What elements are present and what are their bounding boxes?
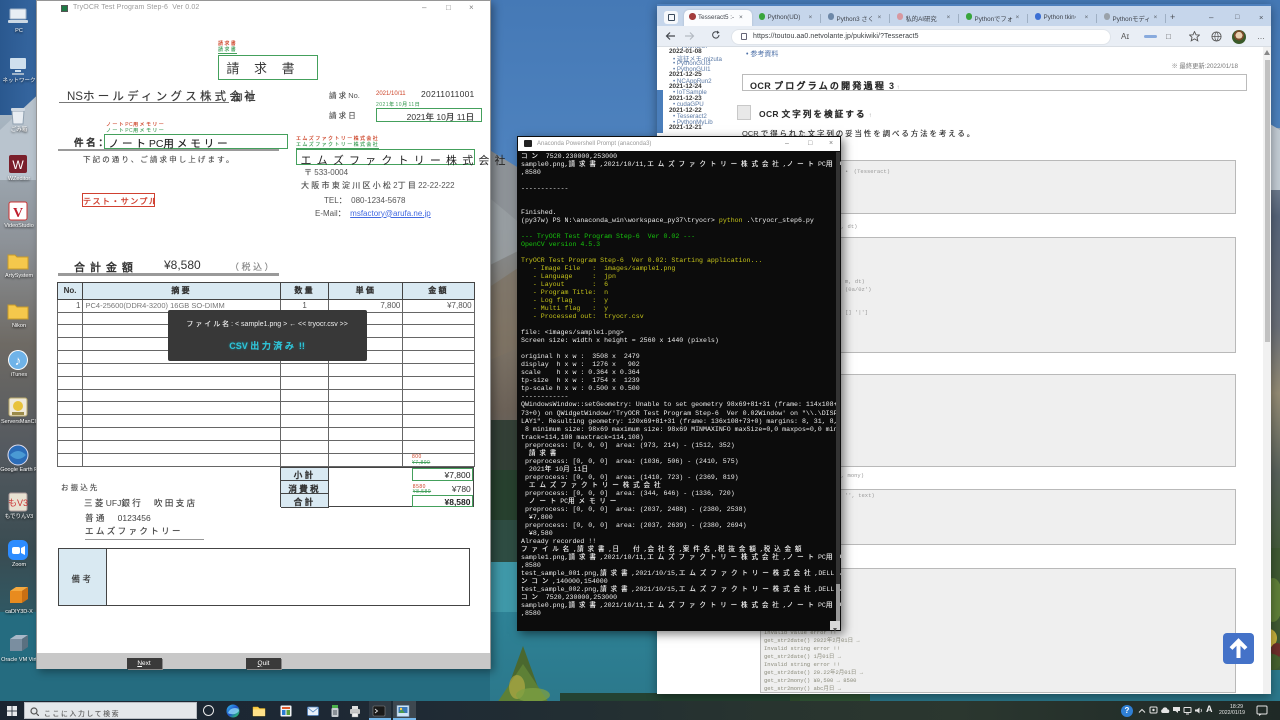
svg-text:♪: ♪ bbox=[15, 353, 22, 368]
svg-text:W: W bbox=[12, 158, 24, 172]
svg-text:もV3: もV3 bbox=[8, 498, 28, 508]
svg-text:V: V bbox=[13, 206, 23, 221]
